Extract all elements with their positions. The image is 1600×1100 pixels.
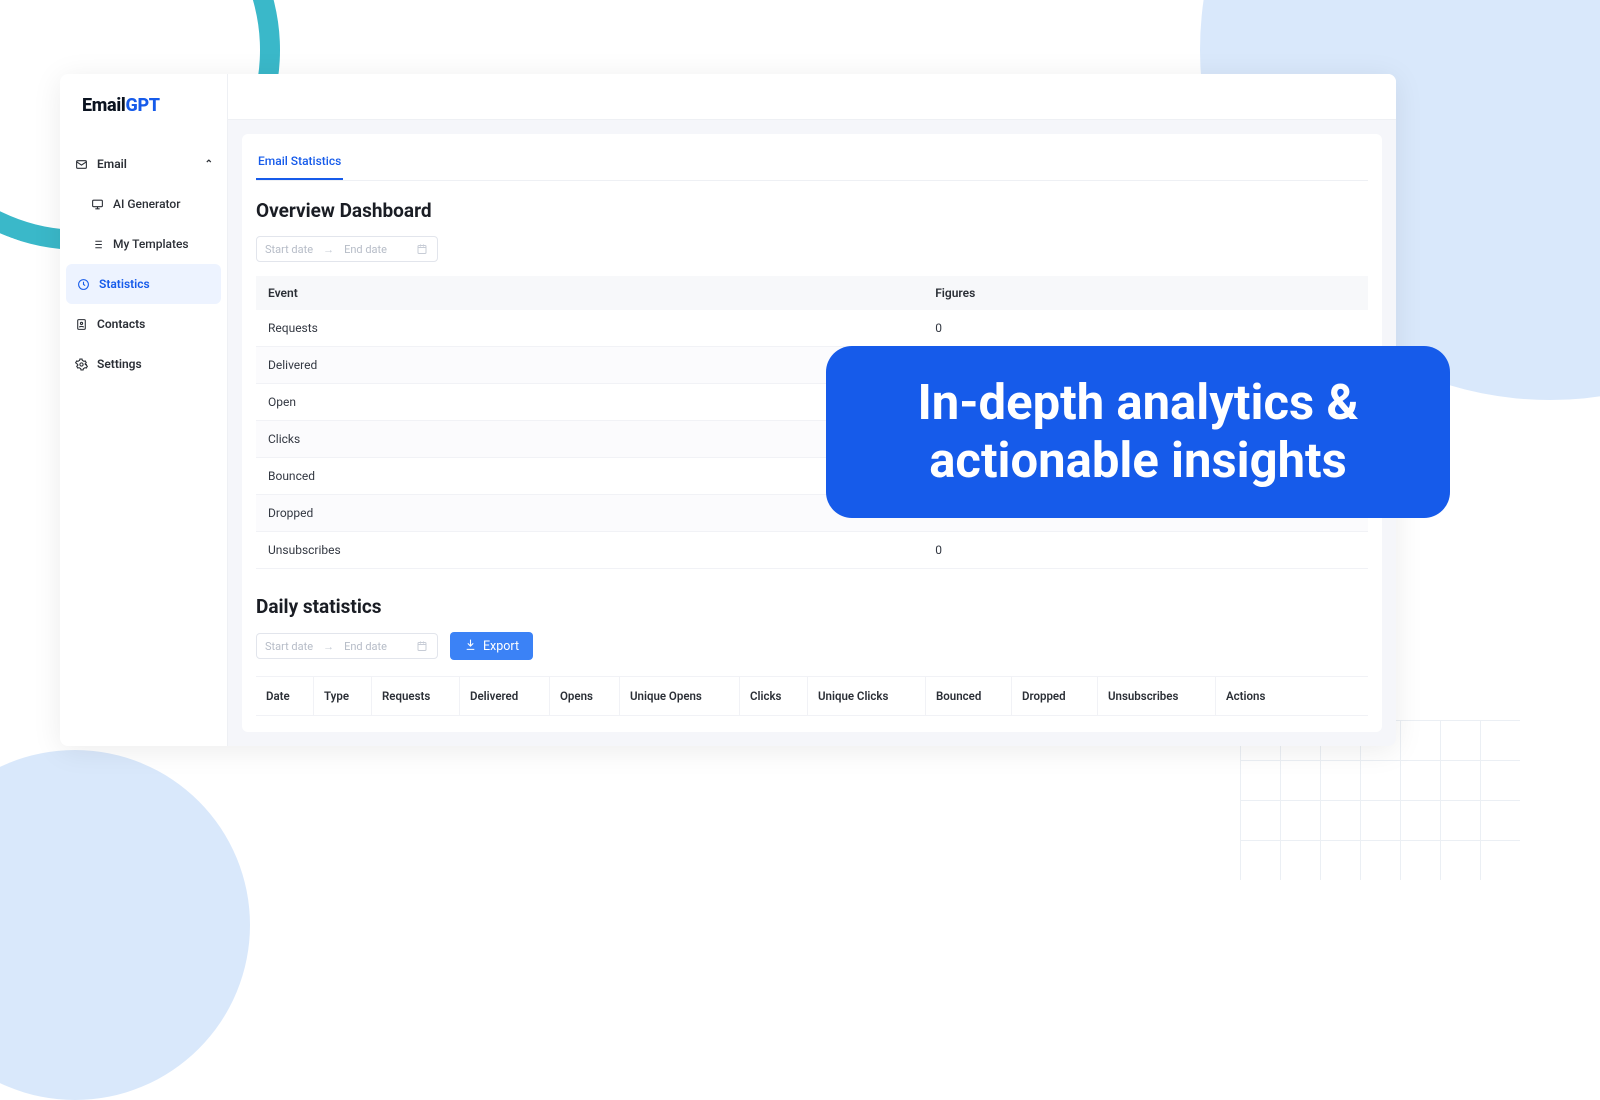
callout-line1: In-depth analytics & — [856, 374, 1420, 432]
sidebar-email-label: Email — [97, 157, 127, 171]
overview-date-range[interactable]: Start date → End date — [256, 236, 438, 262]
export-label: Export — [483, 639, 519, 654]
logo-part1: Email — [82, 95, 125, 116]
logo-part2: GPT — [125, 95, 159, 116]
daily-start-date: Start date — [265, 640, 313, 653]
bg-blob-bottom-left — [0, 750, 250, 1100]
monitor-icon — [90, 197, 104, 211]
overview-event: Requests — [256, 310, 923, 347]
tab-bar: Email Statistics — [256, 148, 1368, 181]
overview-start-date: Start date — [265, 243, 313, 256]
export-button[interactable]: Export — [450, 632, 533, 660]
nav: Email ⌃ AI Generator My Templates Stati — [60, 136, 227, 384]
daily-end-date: End date — [344, 640, 387, 653]
overview-event: Unsubscribes — [256, 532, 923, 569]
arrow-right-icon: → — [323, 640, 334, 653]
col-opens: Opens — [550, 677, 620, 715]
gear-icon — [74, 357, 88, 371]
contacts-icon — [74, 317, 88, 331]
sidebar-item-contacts[interactable]: Contacts — [60, 304, 227, 344]
sidebar-item-ai-generator[interactable]: AI Generator — [60, 184, 227, 224]
sidebar-settings-label: Settings — [97, 357, 142, 371]
sidebar-item-email[interactable]: Email ⌃ — [60, 144, 227, 184]
overview-figure: 0 — [923, 532, 1368, 569]
overview-end-date: End date — [344, 243, 387, 256]
top-header-strip — [228, 74, 1396, 120]
sidebar: EmailGPT Email ⌃ AI Generator My Tem — [60, 74, 228, 746]
overview-figure: 0 — [923, 310, 1368, 347]
tab-email-statistics[interactable]: Email Statistics — [256, 148, 343, 180]
col-unique-clicks: Unique Clicks — [808, 677, 926, 715]
sidebar-contacts-label: Contacts — [97, 317, 145, 331]
daily-table-header: Date Type Requests Delivered Opens Uniqu… — [256, 676, 1368, 716]
promo-callout: In-depth analytics & actionable insights — [826, 346, 1450, 518]
sidebar-item-settings[interactable]: Settings — [60, 344, 227, 384]
col-delivered: Delivered — [460, 677, 550, 715]
overview-event: Bounced — [256, 458, 923, 495]
col-actions: Actions — [1216, 677, 1368, 715]
overview-col-event: Event — [256, 276, 923, 310]
table-row: Requests0 — [256, 310, 1368, 347]
calendar-icon — [415, 242, 429, 256]
col-bounced: Bounced — [926, 677, 1012, 715]
overview-event: Delivered — [256, 347, 923, 384]
col-unsubscribes: Unsubscribes — [1098, 677, 1216, 715]
download-icon — [464, 638, 477, 655]
table-row: Unsubscribes0 — [256, 532, 1368, 569]
overview-event: Dropped — [256, 495, 923, 532]
arrow-right-icon: → — [323, 243, 334, 256]
overview-title: Overview Dashboard — [256, 199, 1368, 222]
col-dropped: Dropped — [1012, 677, 1098, 715]
chevron-up-icon: ⌃ — [205, 159, 213, 170]
sidebar-ai-generator-label: AI Generator — [113, 197, 180, 211]
col-requests: Requests — [372, 677, 460, 715]
col-type: Type — [314, 677, 372, 715]
clock-icon — [76, 277, 90, 291]
sidebar-item-statistics[interactable]: Statistics — [66, 264, 221, 304]
list-icon — [90, 237, 104, 251]
col-unique-opens: Unique Opens — [620, 677, 740, 715]
sidebar-item-my-templates[interactable]: My Templates — [60, 224, 227, 264]
callout-line2: actionable insights — [856, 432, 1420, 490]
daily-title: Daily statistics — [256, 595, 1368, 618]
overview-event: Open — [256, 384, 923, 421]
overview-col-figures: Figures — [923, 276, 1368, 310]
mail-icon — [74, 157, 88, 171]
daily-date-range[interactable]: Start date → End date — [256, 633, 438, 659]
app-logo: EmailGPT — [60, 74, 227, 136]
sidebar-my-templates-label: My Templates — [113, 237, 189, 251]
sidebar-statistics-label: Statistics — [99, 277, 150, 291]
calendar-icon — [415, 639, 429, 653]
overview-event: Clicks — [256, 421, 923, 458]
col-date: Date — [256, 677, 314, 715]
col-clicks: Clicks — [740, 677, 808, 715]
